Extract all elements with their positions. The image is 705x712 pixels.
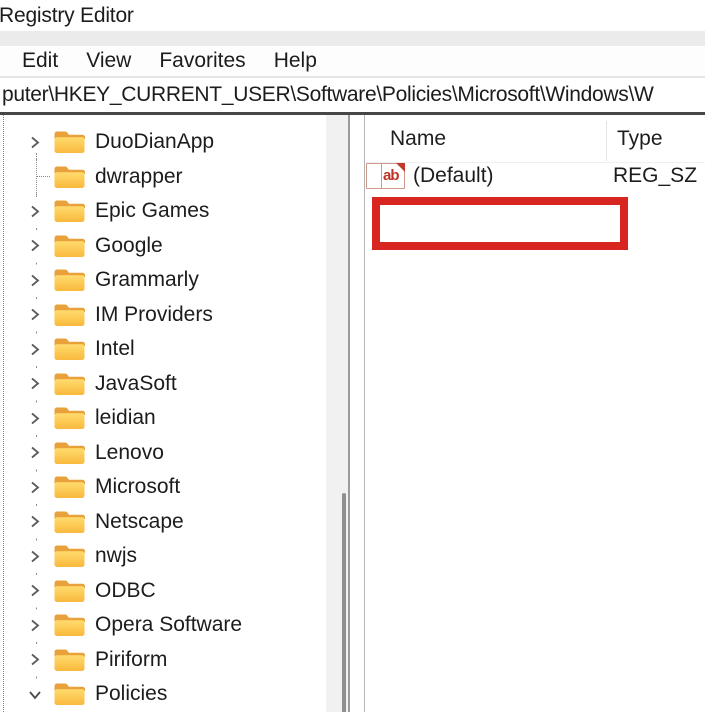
tree-item[interactable]: Microsoft	[0, 470, 326, 505]
folder-icon	[53, 336, 85, 362]
menu-edit[interactable]: Edit	[22, 49, 58, 73]
tree-item-label: Netscape	[95, 509, 184, 533]
tree-expander-icon[interactable]	[26, 271, 44, 289]
tree-item-label: IM Providers	[95, 302, 213, 326]
tree-item[interactable]: Opera Software	[0, 608, 326, 643]
address-bar[interactable]: puter\HKEY_CURRENT_USER\Software\Policie…	[0, 78, 705, 112]
folder-icon	[53, 543, 85, 569]
value-row[interactable]: ab 011 110 (Default) REG_SZ	[366, 163, 697, 189]
tree-expander-icon[interactable]	[26, 237, 44, 255]
registry-tree-pane: DuoDianApp dwrapper Epic Games Google Gr…	[0, 115, 326, 712]
menu-help[interactable]: Help	[274, 49, 317, 73]
tree-item[interactable]: nwjs	[0, 539, 326, 574]
column-header-type[interactable]: Type	[617, 127, 663, 151]
column-header-name[interactable]: Name	[390, 127, 446, 151]
tree-item[interactable]: Grammarly	[0, 263, 326, 298]
tree-item-label: JavaSoft	[95, 371, 177, 395]
tree-item[interactable]: Intel	[0, 332, 326, 367]
string-value-icon: ab	[381, 163, 405, 189]
tree-item-label: Grammarly	[95, 268, 199, 292]
tree-item[interactable]: Piriform	[0, 643, 326, 678]
tree-expander-icon[interactable]	[26, 340, 44, 358]
list-pane-border	[364, 115, 365, 712]
tree-item-label: Epic Games	[95, 199, 210, 223]
menu-view[interactable]: View	[86, 49, 131, 73]
tree-item[interactable]: leidian	[0, 401, 326, 436]
tree-expander-icon[interactable]	[26, 685, 44, 703]
tree-expander-icon[interactable]	[26, 133, 44, 151]
tree-item[interactable]: Policies	[0, 677, 326, 712]
tree-item-label: nwjs	[95, 544, 138, 568]
folder-icon	[53, 129, 85, 155]
tree-scrollbar-thumb[interactable]	[342, 493, 346, 712]
folder-icon	[53, 164, 85, 190]
registry-editor-window: Registry Editor Edit View Favorites Help…	[0, 0, 705, 712]
tree-item-label: leidian	[95, 406, 156, 430]
list-header: Name Type	[366, 115, 705, 163]
tree-item-label: Policies	[95, 682, 168, 706]
tree-item[interactable]: ODBC	[0, 574, 326, 609]
title-bar-band	[0, 31, 705, 46]
folder-icon	[53, 233, 85, 259]
tree-item-label: ODBC	[95, 578, 156, 602]
column-separator[interactable]	[606, 121, 607, 161]
tree-item[interactable]: JavaSoft	[0, 367, 326, 402]
value-name[interactable]: (Default)	[413, 164, 494, 188]
annotation-rectangle	[372, 197, 628, 250]
tree-item-label: Microsoft	[95, 475, 181, 499]
tree-expander-icon[interactable]	[26, 513, 44, 531]
folder-icon	[53, 302, 85, 328]
tree-expander-icon[interactable]	[26, 375, 44, 393]
tree-items: DuoDianApp dwrapper Epic Games Google Gr…	[0, 125, 326, 712]
tree-item[interactable]: Netscape	[0, 505, 326, 540]
tree-item-label: dwrapper	[95, 164, 183, 188]
tree-expander-icon[interactable]	[26, 409, 44, 427]
tree-item[interactable]: Google	[0, 229, 326, 264]
folder-icon	[53, 267, 85, 293]
title-bar: Registry Editor	[0, 0, 705, 31]
tree-item[interactable]: IM Providers	[0, 298, 326, 333]
tree-expander-icon[interactable]	[26, 306, 44, 324]
folder-icon	[53, 509, 85, 535]
tree-expander-icon[interactable]	[26, 478, 44, 496]
tree-item-label: Google	[95, 233, 163, 257]
folder-icon	[53, 578, 85, 604]
pane-splitter[interactable]	[348, 115, 350, 712]
ab-glyph: ab	[383, 167, 399, 184]
tree-expander-icon[interactable]	[26, 202, 44, 220]
tree-item[interactable]: Epic Games	[0, 194, 326, 229]
tree-item-label: Piriform	[95, 647, 168, 671]
value-type: REG_SZ	[613, 164, 698, 187]
tree-expander-icon[interactable]	[26, 547, 44, 565]
tree-expander-icon[interactable]	[26, 616, 44, 634]
tree-item-label: Intel	[95, 337, 135, 361]
folder-icon	[53, 681, 85, 707]
folder-icon	[53, 612, 85, 638]
folder-icon	[53, 474, 85, 500]
tree-item[interactable]: dwrapper	[0, 160, 326, 195]
menu-favorites[interactable]: Favorites	[159, 49, 245, 73]
tree-expander-icon[interactable]	[26, 651, 44, 669]
tree-item-label: Opera Software	[95, 613, 243, 637]
tree-item[interactable]: DuoDianApp	[0, 125, 326, 160]
folder-icon	[53, 440, 85, 466]
folder-icon	[53, 371, 85, 397]
menu-bar: Edit View Favorites Help	[0, 46, 705, 76]
tree-item-label: DuoDianApp	[95, 130, 215, 154]
address-path: puter\HKEY_CURRENT_USER\Software\Policie…	[2, 83, 654, 106]
tree-scrollbar[interactable]	[326, 115, 348, 712]
window-title: Registry Editor	[0, 3, 134, 27]
folder-icon	[53, 198, 85, 224]
tree-expander-icon[interactable]	[26, 444, 44, 462]
tree-expander-icon[interactable]	[26, 582, 44, 600]
tree-item[interactable]: Lenovo	[0, 436, 326, 471]
folder-icon	[53, 405, 85, 431]
value-rows: ab 011 110 (Default) REG_SZ ab	[366, 163, 705, 189]
tree-item-label: Lenovo	[95, 440, 164, 464]
folder-icon	[53, 647, 85, 673]
